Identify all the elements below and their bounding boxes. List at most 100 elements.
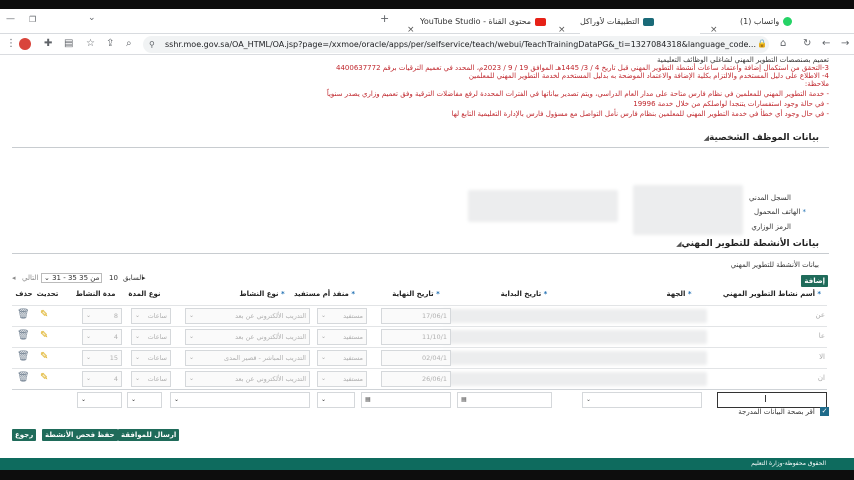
pencil-icon[interactable]: ✎ <box>40 330 48 341</box>
trash-icon[interactable]: 🗑 <box>17 372 30 383</box>
tab-youtube-studio[interactable]: محتوى القناة - YouTube Studio <box>420 9 550 34</box>
entity-select[interactable]: ⌄ <box>582 392 702 408</box>
minimize-window-icon[interactable]: — <box>6 12 15 26</box>
duration-type-select[interactable]: ساعات ⌄ <box>131 329 171 345</box>
section-title-activities[interactable]: بيانات الأنشطة للتطوير المهني◢ <box>672 239 819 249</box>
chevron-down-icon[interactable]: ⌄ <box>88 11 96 25</box>
chevron-down-icon: ⌄ <box>189 312 195 319</box>
start-date-input[interactable]: ▦ <box>457 392 552 408</box>
status-select[interactable]: مستفيد ⌄ <box>317 329 367 345</box>
section-title-text: بيانات الأنشطة للتطوير المهني <box>681 239 819 249</box>
status-select[interactable]: مستفيد ⌄ <box>317 371 367 387</box>
notice-line: - في حال وجود أي خطأ في خدمة التطوير الم… <box>451 110 829 118</box>
chevron-down-icon: ⌄ <box>189 354 195 361</box>
zoom-icon[interactable]: ⌕ <box>126 37 132 51</box>
tab-title: (1) واتساب <box>740 17 780 26</box>
end-date-field[interactable]: 02/04/1 <box>381 350 451 366</box>
end-date-field[interactable]: 26/06/1 <box>381 371 451 387</box>
star-icon[interactable]: ☆ <box>86 37 95 51</box>
header-text: الجهة <box>666 290 686 298</box>
select-value: 4 <box>113 333 118 341</box>
duration-type-select[interactable]: ساعات ⌄ <box>131 350 171 366</box>
tab-oracle-apps[interactable]: التطبيقات لأوراكل <box>580 9 700 34</box>
type-select[interactable]: ⌄ <box>170 392 310 408</box>
type-select[interactable]: التدريب المباشر - قصير المدى ⌄ <box>185 350 310 366</box>
tab-whatsapp[interactable]: (1) واتساب <box>740 9 846 34</box>
new-tab-icon[interactable]: + <box>380 12 389 26</box>
duration-select[interactable]: 4 ⌄ <box>82 329 122 345</box>
table-row: الا 02/04/1 مستفيد ⌄ التدريب المباشر - قص… <box>12 347 827 368</box>
youtube-icon <box>535 17 547 26</box>
redacted-value <box>442 372 707 386</box>
select-value: 4 <box>113 375 118 383</box>
duration-type-select[interactable]: ساعات ⌄ <box>131 371 171 387</box>
whatsapp-icon <box>783 17 793 26</box>
trash-icon[interactable]: 🗑 <box>17 351 30 362</box>
chevron-down-icon: ⌄ <box>81 396 87 403</box>
trash-icon[interactable]: 🗑 <box>17 309 30 320</box>
chevron-down-icon: ⌄ <box>321 396 327 403</box>
end-date-field[interactable]: 11/10/1 <box>381 329 451 345</box>
restore-window-icon[interactable]: ❐ <box>29 13 36 27</box>
section-title-personal[interactable]: بيانات الموظف الشخصية◢ <box>700 133 819 143</box>
chevron-down-icon: ⌄ <box>321 354 327 361</box>
select-value: ساعات <box>147 312 167 320</box>
sidebar-icon[interactable]: ▤ <box>64 37 73 51</box>
site-info-icon[interactable]: ⚲ <box>149 36 155 53</box>
oracle-app-icon <box>643 17 655 26</box>
calendar-icon[interactable]: ▦ <box>461 393 467 407</box>
status-select[interactable]: مستفيد ⌄ <box>317 350 367 366</box>
trash-icon[interactable]: 🗑 <box>17 330 30 341</box>
duration-type-select[interactable]: ساعات ⌄ <box>131 308 171 324</box>
label-ministry-code: الرمز الوزاري <box>751 223 791 231</box>
share-icon[interactable]: ⇪ <box>106 37 114 51</box>
chevron-down-icon: ⌄ <box>86 333 92 340</box>
confirm-checkbox[interactable]: ✓ <box>820 407 829 416</box>
chevron-down-icon: ⌄ <box>174 396 180 403</box>
type-select[interactable]: التدريب الألكتروني عن بعد ⌄ <box>185 371 310 387</box>
status-select[interactable]: مستفيد ⌄ <box>317 308 367 324</box>
puzzle-icon[interactable]: ✚ <box>44 37 52 51</box>
activity-name: عا <box>818 332 825 340</box>
duration-select[interactable]: 8 ⌄ <box>82 308 122 324</box>
pencil-icon[interactable]: ✎ <box>40 372 48 383</box>
duration-type-select[interactable]: ⌄ <box>127 392 162 408</box>
status-select[interactable]: ⌄ <box>317 392 355 408</box>
confirm-row: ✓ أقر بصحة البيانات المدرجة <box>738 407 829 417</box>
end-date-input[interactable]: ▦ <box>361 392 451 408</box>
calendar-icon[interactable]: ▦ <box>365 393 371 407</box>
duration-select[interactable]: 15 ⌄ <box>82 350 122 366</box>
pager-next-text[interactable]: السابق <box>123 274 143 282</box>
pager-prev-text[interactable]: التالي <box>22 274 38 282</box>
pencil-icon[interactable]: ✎ <box>40 309 48 320</box>
text-cursor-icon: I <box>764 394 767 405</box>
pencil-icon[interactable]: ✎ <box>40 351 48 362</box>
check-activities-button[interactable]: فحص الأنشطة <box>42 429 99 441</box>
menu-dots-icon[interactable]: ⋮ <box>6 37 16 51</box>
chevron-down-icon: ⌄ <box>131 396 137 403</box>
header-text: مدة النشاط <box>75 290 116 298</box>
header-text: منفذ أم مستفيد <box>293 290 349 298</box>
pager-prev-icon[interactable]: ◂ <box>12 274 16 282</box>
address-bar[interactable]: ⚲ sshr.moe.gov.sa/OA_HTML/OA.jsp?page=/x… <box>143 36 769 53</box>
type-select[interactable]: التدريب الألكتروني عن بعد ⌄ <box>185 308 310 324</box>
submit-for-approval-button[interactable]: ارسال للموافقة <box>118 429 180 441</box>
duration-select[interactable]: ⌄ <box>77 392 122 408</box>
back-button[interactable]: رجوع <box>12 429 37 441</box>
home-icon[interactable]: ⌂ <box>780 37 786 51</box>
activity-name-input[interactable] <box>717 392 827 408</box>
pager-range-select[interactable]: ⌄ 31 - 35 من 35 <box>41 273 103 283</box>
notice-line: 4- الاطلاع على دليل المستخدم والالتزام ب… <box>468 72 829 80</box>
reload-icon[interactable]: ↻ <box>803 37 811 51</box>
end-date-field[interactable]: 17/06/1 <box>381 308 451 324</box>
notice-line: 3-التحقق من استكمال إضافة واعتماد ساعات … <box>336 64 829 72</box>
forward-arrow-icon[interactable]: → <box>841 37 849 51</box>
pager-next-icon[interactable]: ▸ <box>142 274 146 282</box>
add-activity-button[interactable]: إضافة <box>801 275 828 287</box>
activity-name: الا <box>819 353 825 361</box>
column-header: * تاريخ النهاية <box>392 290 440 298</box>
extension-icon[interactable] <box>19 38 31 50</box>
duration-select[interactable]: 4 ⌄ <box>82 371 122 387</box>
type-select[interactable]: التدريب الألكتروني عن بعد ⌄ <box>185 329 310 345</box>
back-arrow-icon[interactable]: ← <box>822 37 830 51</box>
